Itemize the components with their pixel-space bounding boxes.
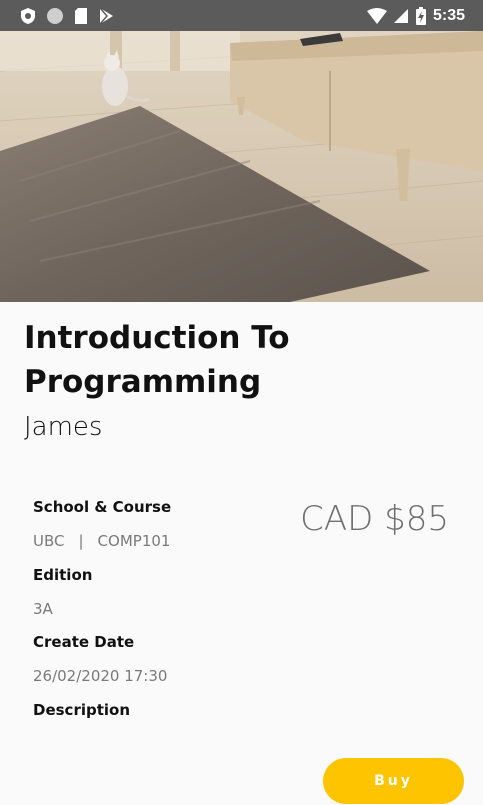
create-date-label: Create Date bbox=[33, 633, 135, 651]
shield-icon bbox=[21, 7, 35, 24]
status-icons-right: 5:35 bbox=[366, 6, 483, 25]
edition-label: Edition bbox=[33, 566, 93, 584]
buy-button[interactable]: Buy bbox=[323, 758, 464, 804]
listing-photo bbox=[0, 31, 483, 302]
create-date-value: 26/02/2020 17:30 bbox=[33, 667, 168, 685]
status-icons-left bbox=[0, 7, 114, 25]
play-store-icon bbox=[99, 7, 113, 24]
course-value: COMP101 bbox=[97, 532, 171, 550]
description-label: Description bbox=[33, 701, 131, 719]
separator: | bbox=[78, 532, 84, 550]
school-course-value: UBC | COMP101 bbox=[33, 532, 170, 550]
status-time: 5:35 bbox=[432, 6, 465, 24]
price: CAD $85 bbox=[300, 499, 449, 539]
battery-icon bbox=[415, 6, 426, 25]
author-name: James bbox=[24, 412, 103, 442]
wifi-icon bbox=[366, 7, 387, 24]
listing-title: Introduction To Programming bbox=[24, 316, 444, 404]
circle-icon bbox=[47, 7, 63, 24]
school-value: UBC bbox=[33, 532, 65, 550]
school-course-label: School & Course bbox=[33, 498, 172, 516]
cell-signal-icon bbox=[393, 8, 408, 23]
title-line: Programming bbox=[24, 364, 262, 400]
room-illustration bbox=[0, 31, 483, 302]
listing-details: Introduction To Programming James School… bbox=[0, 302, 483, 805]
sd-card-icon bbox=[75, 7, 87, 24]
status-bar: 5:35 bbox=[0, 0, 483, 31]
edition-value: 3A bbox=[33, 600, 53, 618]
title-line: Introduction To bbox=[24, 320, 290, 356]
